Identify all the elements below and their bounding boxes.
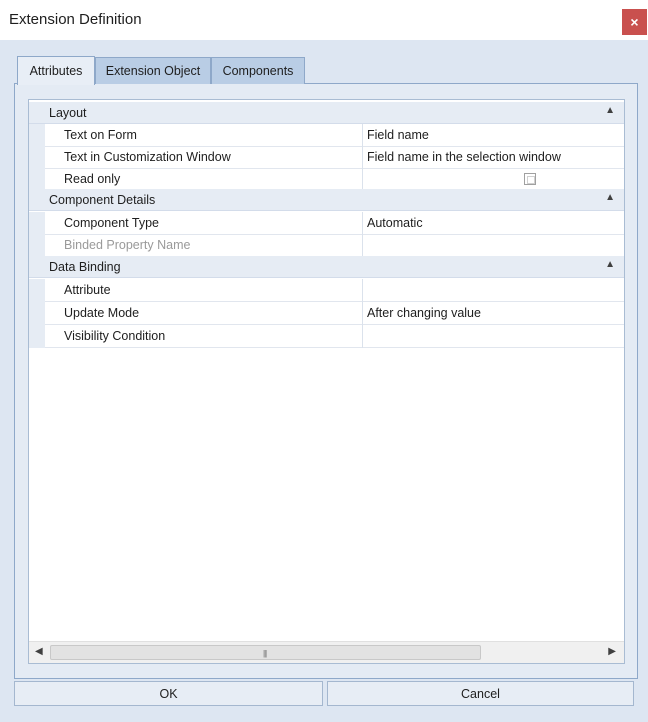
property-name: Attribute — [45, 279, 363, 302]
row-gutter — [29, 124, 45, 147]
row-gutter — [29, 325, 45, 348]
property-name: Binded Property Name — [45, 234, 363, 257]
property-row-binded-property-name: Binded Property Name — [29, 234, 624, 257]
property-row-text-in-customization-window[interactable]: Text in Customization Window Field name … — [29, 146, 624, 169]
property-value[interactable] — [367, 279, 624, 302]
property-row-visibility-condition[interactable]: Visibility Condition — [29, 325, 624, 348]
scrollbar-thumb[interactable]: ||| — [50, 645, 481, 660]
property-name: Read only — [45, 168, 363, 191]
collapse-icon[interactable]: ▲ — [605, 192, 615, 203]
close-icon: × — [630, 14, 639, 30]
property-value — [367, 234, 624, 257]
scroll-left-icon[interactable]: ◀ — [35, 646, 43, 657]
scroll-right-icon[interactable]: ▶ — [608, 646, 616, 657]
tab-components[interactable]: Components — [211, 57, 305, 84]
grip-icon: ||| — [263, 649, 267, 658]
read-only-checkbox[interactable] — [524, 173, 536, 185]
property-name: Update Mode — [45, 302, 363, 325]
tab-extension-object[interactable]: Extension Object — [95, 57, 211, 84]
cancel-button[interactable]: Cancel — [327, 681, 634, 706]
property-name: Visibility Condition — [45, 325, 363, 348]
row-gutter — [29, 168, 45, 191]
category-data-binding[interactable]: Data Binding ▲ — [29, 256, 624, 278]
close-button[interactable]: × — [622, 9, 647, 35]
property-row-read-only[interactable]: Read only — [29, 168, 624, 191]
tab-attributes[interactable]: Attributes — [17, 56, 95, 85]
category-layout[interactable]: Layout ▲ — [29, 102, 624, 124]
property-value — [367, 168, 624, 191]
property-row-component-type[interactable]: Component Type Automatic — [29, 212, 624, 235]
collapse-icon[interactable]: ▲ — [605, 259, 615, 270]
horizontal-scrollbar[interactable]: ◀ ||| ▶ — [29, 641, 624, 663]
row-gutter — [29, 234, 45, 257]
category-label: Component Details — [49, 193, 156, 207]
property-value[interactable]: After changing value — [367, 302, 624, 325]
property-grid: Layout ▲ Text on Form Field name Text in… — [28, 99, 625, 664]
row-gutter — [29, 302, 45, 325]
property-value[interactable] — [367, 325, 624, 348]
property-row-update-mode[interactable]: Update Mode After changing value — [29, 302, 624, 325]
property-value[interactable]: Field name — [367, 124, 624, 147]
property-name: Text in Customization Window — [45, 146, 363, 169]
property-row-attribute[interactable]: Attribute — [29, 279, 624, 302]
category-label: Layout — [49, 106, 87, 120]
ok-button[interactable]: OK — [14, 681, 323, 706]
property-value[interactable]: Automatic — [367, 212, 624, 235]
collapse-icon[interactable]: ▲ — [605, 105, 615, 116]
property-row-text-on-form[interactable]: Text on Form Field name — [29, 124, 624, 147]
row-gutter — [29, 146, 45, 169]
window-title: Extension Definition — [9, 11, 142, 28]
title-bar: Extension Definition × — [0, 0, 648, 40]
property-value[interactable]: Field name in the selection window — [367, 146, 624, 169]
property-name: Text on Form — [45, 124, 363, 147]
category-label: Data Binding — [49, 260, 121, 274]
row-gutter — [29, 212, 45, 235]
row-gutter — [29, 279, 45, 302]
category-component-details[interactable]: Component Details ▲ — [29, 189, 624, 211]
property-name: Component Type — [45, 212, 363, 235]
